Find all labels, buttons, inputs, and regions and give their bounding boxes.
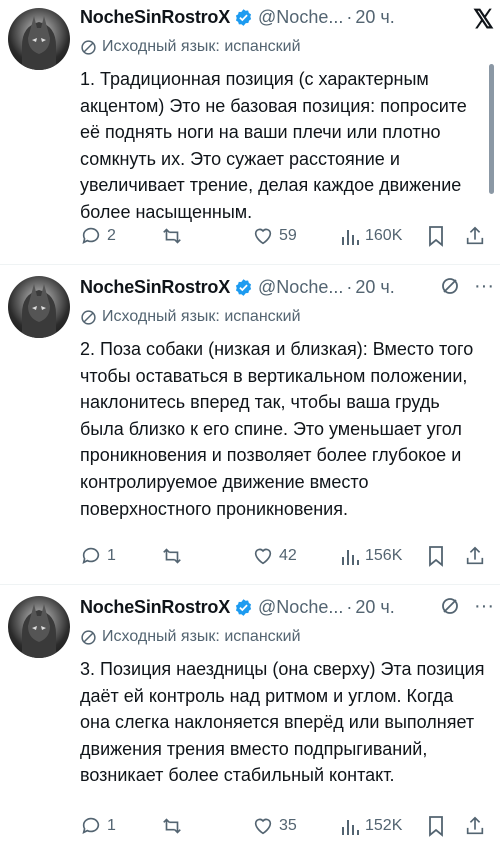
translate-icon (81, 629, 96, 645)
views-icon (342, 820, 359, 835)
tweet-header: NocheSinRostroX @Noche... · 20 ч. (80, 2, 486, 32)
grok-icon[interactable] (440, 276, 460, 296)
reply-button[interactable]: 1 (80, 815, 116, 837)
tweet-text: 1. Традиционная позиция (с характерным а… (80, 69, 467, 222)
reply-icon (82, 817, 100, 834)
verified-icon (235, 598, 252, 616)
views-icon (342, 550, 359, 565)
views-icon (342, 230, 359, 245)
repost-button[interactable] (160, 545, 189, 567)
avatar[interactable] (8, 8, 70, 70)
like-count: 35 (279, 817, 297, 834)
like-icon (254, 818, 272, 835)
separator: · (346, 6, 353, 27)
like-button[interactable]: 42 (252, 545, 297, 567)
author-handle[interactable]: @Noche... (258, 597, 343, 618)
more-icon[interactable]: ··· (474, 596, 494, 616)
tweet-1[interactable]: NocheSinRostroX @Noche... · 20 ч. Исходн… (0, 0, 500, 264)
reply-count: 1 (107, 547, 116, 564)
verified-icon (235, 8, 252, 26)
tweet-header: NocheSinRostroX @Noche... · 20 ч. (80, 592, 486, 622)
reply-count: 1 (107, 817, 116, 834)
repost-icon (163, 228, 181, 244)
separator: · (346, 276, 353, 297)
translated-text: Исходный язык: испанский (102, 38, 301, 55)
like-icon (254, 228, 272, 245)
more-icon[interactable]: ··· (474, 276, 494, 296)
translate-icon (81, 309, 96, 325)
like-button[interactable]: 59 (252, 225, 297, 247)
divider (0, 264, 500, 265)
author-name[interactable]: NocheSinRostroX (80, 597, 230, 618)
grok-icon[interactable] (440, 596, 460, 616)
share-button[interactable] (464, 545, 491, 567)
author-name[interactable]: NocheSinRostroX (80, 277, 230, 298)
avatar[interactable] (8, 276, 70, 338)
share-icon (466, 226, 484, 245)
divider (0, 584, 500, 585)
reply-icon (82, 227, 100, 244)
avatar[interactable] (8, 596, 70, 658)
translated-label[interactable]: Исходный язык: испанский (80, 35, 486, 59)
share-icon (466, 816, 484, 835)
timestamp[interactable]: 20 ч. (355, 597, 394, 618)
views-count: 152K (365, 817, 403, 834)
bookmark-icon (429, 816, 443, 837)
like-count: 42 (279, 547, 297, 564)
translated-label[interactable]: Исходный язык: испанский (80, 305, 486, 329)
tweet-text: 3. Позиция наездницы (она сверху) Эта по… (80, 659, 485, 786)
translated-text: Исходный язык: испанский (102, 628, 301, 645)
author-handle[interactable]: @Noche... (258, 7, 343, 28)
reply-icon (82, 547, 100, 564)
tweet-text: 2. Поза собаки (низкая и близкая): Вмест… (80, 339, 474, 519)
timestamp[interactable]: 20 ч. (355, 7, 394, 28)
bookmark-icon (429, 226, 443, 247)
translated-label[interactable]: Исходный язык: испанский (80, 625, 486, 649)
bookmark-icon (429, 546, 443, 567)
bookmark-button[interactable] (427, 815, 450, 837)
bookmark-button[interactable] (427, 225, 450, 247)
repost-icon (163, 548, 181, 564)
views-count: 156K (365, 547, 403, 564)
verified-icon (235, 278, 252, 296)
tweet-header: NocheSinRostroX @Noche... · 20 ч. (80, 272, 486, 302)
tweet-2[interactable]: NocheSinRostroX @Noche... · 20 ч. Исходн… (0, 268, 500, 584)
timestamp[interactable]: 20 ч. (355, 277, 394, 298)
reply-button[interactable]: 2 (80, 225, 116, 247)
separator: · (346, 596, 353, 617)
reply-button[interactable]: 1 (80, 545, 116, 567)
x-logo-icon[interactable]: 𝕏 (473, 6, 494, 32)
author-handle[interactable]: @Noche... (258, 277, 343, 298)
views-button[interactable]: 160K (340, 225, 402, 247)
share-icon (466, 546, 484, 565)
translate-icon (81, 39, 96, 55)
views-button[interactable]: 156K (340, 545, 402, 567)
like-button[interactable]: 35 (252, 815, 297, 837)
repost-button[interactable] (160, 815, 189, 837)
reply-count: 2 (107, 227, 116, 244)
like-icon (254, 548, 272, 565)
views-count: 160K (365, 227, 403, 244)
tweet-3[interactable]: NocheSinRostroX @Noche... · 20 ч. Исходн… (0, 588, 500, 843)
bookmark-button[interactable] (427, 545, 450, 567)
views-button[interactable]: 152K (340, 815, 402, 837)
translated-text: Исходный язык: испанский (102, 308, 301, 325)
share-button[interactable] (464, 815, 491, 837)
repost-icon (163, 818, 181, 834)
share-button[interactable] (464, 225, 491, 247)
like-count: 59 (279, 227, 297, 244)
scrollbar[interactable] (489, 64, 494, 194)
repost-button[interactable] (160, 225, 189, 247)
author-name[interactable]: NocheSinRostroX (80, 7, 230, 28)
